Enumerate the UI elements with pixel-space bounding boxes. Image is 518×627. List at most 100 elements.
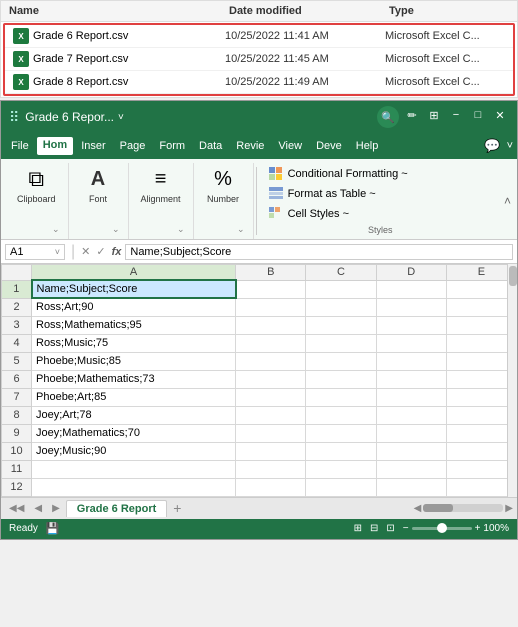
cell-11-B[interactable] xyxy=(236,460,306,478)
cell-11-A[interactable] xyxy=(32,460,236,478)
cell-2-D[interactable] xyxy=(376,298,446,316)
menu-item-data[interactable]: Data xyxy=(193,138,228,154)
menu-item-review[interactable]: Revie xyxy=(230,138,270,154)
cell-11-D[interactable] xyxy=(376,460,446,478)
cell-1-D[interactable] xyxy=(376,280,446,298)
edit-icon[interactable]: ✏ xyxy=(403,106,421,124)
sheet-tab-active[interactable]: Grade 6 Report xyxy=(66,500,167,517)
conditional-formatting-button[interactable]: Conditional Formatting ~ xyxy=(265,165,496,183)
minimize-button[interactable]: − xyxy=(447,106,465,124)
cell-7-D[interactable] xyxy=(376,388,446,406)
formula-check-icon[interactable]: ✓ xyxy=(96,245,105,258)
cell-2-B[interactable] xyxy=(236,298,306,316)
cell-7-B[interactable] xyxy=(236,388,306,406)
cell-4-D[interactable] xyxy=(376,334,446,352)
save-icon[interactable]: 💾 xyxy=(46,522,60,535)
sheet-nav-next[interactable]: ▶ xyxy=(48,503,64,514)
fx-icon[interactable]: fx xyxy=(112,246,122,258)
menu-item-page[interactable]: Page xyxy=(114,138,152,154)
col-header-d[interactable]: D xyxy=(376,265,446,281)
list-item[interactable]: X Grade 7 Report.csv 10/25/2022 11:45 AM… xyxy=(5,48,513,71)
alignment-button[interactable]: ≡ Alignment xyxy=(137,163,185,206)
cell-3-E[interactable] xyxy=(446,316,516,334)
ribbon-collapse-icon[interactable]: ˅ xyxy=(507,140,513,152)
cell-12-D[interactable] xyxy=(376,478,446,496)
cell-6-A[interactable]: Phoebe;Mathematics;73 xyxy=(32,370,236,388)
cell-10-C[interactable] xyxy=(306,442,376,460)
menu-item-file[interactable]: File xyxy=(5,138,35,154)
zoom-minus-button[interactable]: − xyxy=(403,523,409,534)
grid-icon[interactable]: ⊞ xyxy=(425,106,443,124)
cell-3-B[interactable] xyxy=(236,316,306,334)
cell-11-E[interactable] xyxy=(446,460,516,478)
cell-9-E[interactable] xyxy=(446,424,516,442)
cell-10-A[interactable]: Joey;Music;90 xyxy=(32,442,236,460)
cell-12-B[interactable] xyxy=(236,478,306,496)
cell-2-A[interactable]: Ross;Art;90 xyxy=(32,298,236,316)
cell-12-C[interactable] xyxy=(306,478,376,496)
sheet-nav-left[interactable]: ◀◀ xyxy=(5,503,28,514)
cell-1-A[interactable]: Name;Subject;Score xyxy=(32,280,236,298)
cell-1-C[interactable] xyxy=(306,280,376,298)
cell-12-A[interactable] xyxy=(32,478,236,496)
list-item[interactable]: X Grade 6 Report.csv 10/25/2022 11:41 AM… xyxy=(5,25,513,48)
cell-2-E[interactable] xyxy=(446,298,516,316)
cell-8-A[interactable]: Joey;Art;78 xyxy=(32,406,236,424)
cell-6-D[interactable] xyxy=(376,370,446,388)
cell-11-C[interactable] xyxy=(306,460,376,478)
cell-9-A[interactable]: Joey;Mathematics;70 xyxy=(32,424,236,442)
menu-item-home[interactable]: Hom xyxy=(37,137,73,155)
close-button[interactable]: ✕ xyxy=(491,106,509,124)
menu-item-insert[interactable]: Inser xyxy=(75,138,111,154)
cell-3-D[interactable] xyxy=(376,316,446,334)
maximize-button[interactable]: □ xyxy=(469,106,487,124)
ribbon-collapse-btn[interactable]: ˄ xyxy=(502,163,513,239)
cell-7-C[interactable] xyxy=(306,388,376,406)
cell-10-E[interactable] xyxy=(446,442,516,460)
col-header-a[interactable]: A xyxy=(32,265,236,281)
menu-item-form[interactable]: Form xyxy=(153,138,191,154)
cell-9-C[interactable] xyxy=(306,424,376,442)
vertical-scrollbar[interactable] xyxy=(507,264,517,497)
cell-9-B[interactable] xyxy=(236,424,306,442)
list-item[interactable]: X Grade 8 Report.csv 10/25/2022 11:49 AM… xyxy=(5,71,513,94)
format-table-button[interactable]: Format as Table ~ xyxy=(265,185,496,203)
zoom-plus-button[interactable]: + xyxy=(475,523,481,534)
cell-10-D[interactable] xyxy=(376,442,446,460)
cell-5-C[interactable] xyxy=(306,352,376,370)
cell-6-B[interactable] xyxy=(236,370,306,388)
cell-8-E[interactable] xyxy=(446,406,516,424)
cell-5-E[interactable] xyxy=(446,352,516,370)
cell-5-B[interactable] xyxy=(236,352,306,370)
cell-5-A[interactable]: Phoebe;Music;85 xyxy=(32,352,236,370)
cell-4-E[interactable] xyxy=(446,334,516,352)
cell-5-D[interactable] xyxy=(376,352,446,370)
cell-8-C[interactable] xyxy=(306,406,376,424)
cell-8-D[interactable] xyxy=(376,406,446,424)
menu-item-help[interactable]: Help xyxy=(350,138,385,154)
formula-cross-icon[interactable]: ✕ xyxy=(81,245,90,258)
menu-item-view[interactable]: View xyxy=(272,138,308,154)
menu-item-developer[interactable]: Deve xyxy=(310,138,348,154)
cell-8-B[interactable] xyxy=(236,406,306,424)
grid-view-icon[interactable]: ⊞ xyxy=(354,523,362,534)
number-button[interactable]: % Number xyxy=(203,163,243,206)
clipboard-button[interactable]: ⧉ Clipboard xyxy=(13,163,60,206)
col-header-c[interactable]: C xyxy=(306,265,376,281)
font-button[interactable]: A Font xyxy=(80,163,116,206)
cell-4-B[interactable] xyxy=(236,334,306,352)
cell-4-A[interactable]: Ross;Music;75 xyxy=(32,334,236,352)
search-icon[interactable]: 🔍 xyxy=(377,106,399,128)
cell-reference-box[interactable]: A1 ˅ xyxy=(5,244,65,260)
layout-view-icon[interactable]: ⊟ xyxy=(370,523,378,534)
cell-3-C[interactable] xyxy=(306,316,376,334)
page-break-icon[interactable]: ⊡ xyxy=(386,523,394,534)
col-header-b[interactable]: B xyxy=(236,265,306,281)
add-sheet-button[interactable]: + xyxy=(169,500,185,516)
cell-12-E[interactable] xyxy=(446,478,516,496)
cell-1-B[interactable] xyxy=(236,280,306,298)
cell-9-D[interactable] xyxy=(376,424,446,442)
cell-7-E[interactable] xyxy=(446,388,516,406)
cell-6-E[interactable] xyxy=(446,370,516,388)
cell-styles-button[interactable]: Cell Styles ~ xyxy=(265,205,496,223)
